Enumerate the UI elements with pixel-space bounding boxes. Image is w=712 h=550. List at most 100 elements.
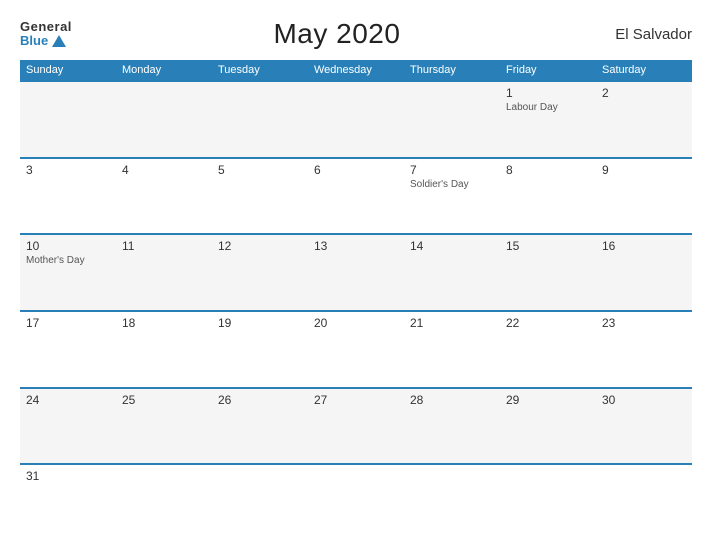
day-number: 8 [506,163,590,177]
day-number: 20 [314,316,398,330]
week-row-1: 1 Labour Day 2 [20,80,692,157]
day-cell-w4-d1: 17 [20,312,116,387]
day-number: 16 [602,239,686,253]
day-cell-w2-d5: 7 Soldier's Day [404,159,500,234]
header-wednesday: Wednesday [308,60,404,80]
day-cell-w5-d2: 25 [116,389,212,464]
day-number: 22 [506,316,590,330]
day-cell-w5-d5: 28 [404,389,500,464]
day-event: Labour Day [506,102,590,113]
day-number: 12 [218,239,302,253]
week-row-4: 17 18 19 20 21 22 23 [20,310,692,387]
day-cell-w4-d4: 20 [308,312,404,387]
logo-triangle-icon [52,35,66,47]
day-number: 4 [122,163,206,177]
day-number: 15 [506,239,590,253]
day-cell-w6-d6 [500,465,596,540]
day-cell-w6-d3 [212,465,308,540]
day-cell-w6-d1: 31 [20,465,116,540]
day-number: 5 [218,163,302,177]
day-number: 13 [314,239,398,253]
header-monday: Monday [116,60,212,80]
day-cell-w2-d2: 4 [116,159,212,234]
day-number: 10 [26,239,110,253]
calendar-title: May 2020 [72,18,602,50]
day-cell-w6-d7 [596,465,692,540]
day-number: 19 [218,316,302,330]
day-cell-w4-d5: 21 [404,312,500,387]
day-cell-w3-d1: 10 Mother's Day [20,235,116,310]
day-cell-w2-d6: 8 [500,159,596,234]
day-cell-w3-d6: 15 [500,235,596,310]
day-cell-w1-d2 [116,82,212,157]
day-cell-w3-d2: 11 [116,235,212,310]
day-number: 11 [122,239,206,253]
header-saturday: Saturday [596,60,692,80]
logo-general-text: General [20,20,72,34]
day-number: 24 [26,393,110,407]
day-number: 18 [122,316,206,330]
day-cell-w4-d6: 22 [500,312,596,387]
calendar: Sunday Monday Tuesday Wednesday Thursday… [20,60,692,540]
day-headers: Sunday Monday Tuesday Wednesday Thursday… [20,60,692,80]
country-name: El Salvador [602,26,692,43]
day-cell-w4-d3: 19 [212,312,308,387]
day-number: 1 [506,86,590,100]
day-cell-w2-d3: 5 [212,159,308,234]
day-number: 21 [410,316,494,330]
day-cell-w5-d3: 26 [212,389,308,464]
day-number: 14 [410,239,494,253]
day-cell-w6-d4 [308,465,404,540]
day-number: 17 [26,316,110,330]
day-cell-w5-d6: 29 [500,389,596,464]
day-event: Mother's Day [26,255,110,266]
day-number: 27 [314,393,398,407]
day-cell-w3-d4: 13 [308,235,404,310]
day-number: 7 [410,163,494,177]
day-number: 29 [506,393,590,407]
day-number: 28 [410,393,494,407]
day-cell-w5-d7: 30 [596,389,692,464]
day-cell-w1-d1 [20,82,116,157]
day-cell-w3-d5: 14 [404,235,500,310]
day-cell-w1-d5 [404,82,500,157]
header: General Blue May 2020 El Salvador [20,18,692,50]
day-cell-w1-d6: 1 Labour Day [500,82,596,157]
day-number: 23 [602,316,686,330]
day-number: 31 [26,469,110,483]
day-cell-w4-d7: 23 [596,312,692,387]
week-row-3: 10 Mother's Day 11 12 13 14 15 16 [20,233,692,310]
day-cell-w3-d3: 12 [212,235,308,310]
week-row-2: 34567 Soldier's Day 89 [20,157,692,234]
week-row-6: 31 [20,463,692,540]
header-friday: Friday [500,60,596,80]
day-cell-w2-d1: 3 [20,159,116,234]
logo-blue-text: Blue [20,34,72,48]
day-cell-w3-d7: 16 [596,235,692,310]
day-number: 6 [314,163,398,177]
day-number: 2 [602,86,686,100]
header-sunday: Sunday [20,60,116,80]
day-number: 9 [602,163,686,177]
day-cell-w5-d1: 24 [20,389,116,464]
header-tuesday: Tuesday [212,60,308,80]
day-cell-w4-d2: 18 [116,312,212,387]
header-thursday: Thursday [404,60,500,80]
day-cell-w6-d5 [404,465,500,540]
page: General Blue May 2020 El Salvador Sunday… [0,0,712,550]
day-cell-w2-d7: 9 [596,159,692,234]
day-number: 3 [26,163,110,177]
week-row-5: 24 25 26 27 28 29 30 [20,387,692,464]
day-cell-w1-d7: 2 [596,82,692,157]
day-cell-w6-d2 [116,465,212,540]
day-number: 26 [218,393,302,407]
day-cell-w1-d3 [212,82,308,157]
weeks: 1Labour Day234567Soldier's Day8910Mother… [20,80,692,540]
day-cell-w1-d4 [308,82,404,157]
day-number: 25 [122,393,206,407]
day-cell-w2-d4: 6 [308,159,404,234]
day-event: Soldier's Day [410,179,494,190]
day-number: 30 [602,393,686,407]
logo: General Blue [20,20,72,49]
day-cell-w5-d4: 27 [308,389,404,464]
